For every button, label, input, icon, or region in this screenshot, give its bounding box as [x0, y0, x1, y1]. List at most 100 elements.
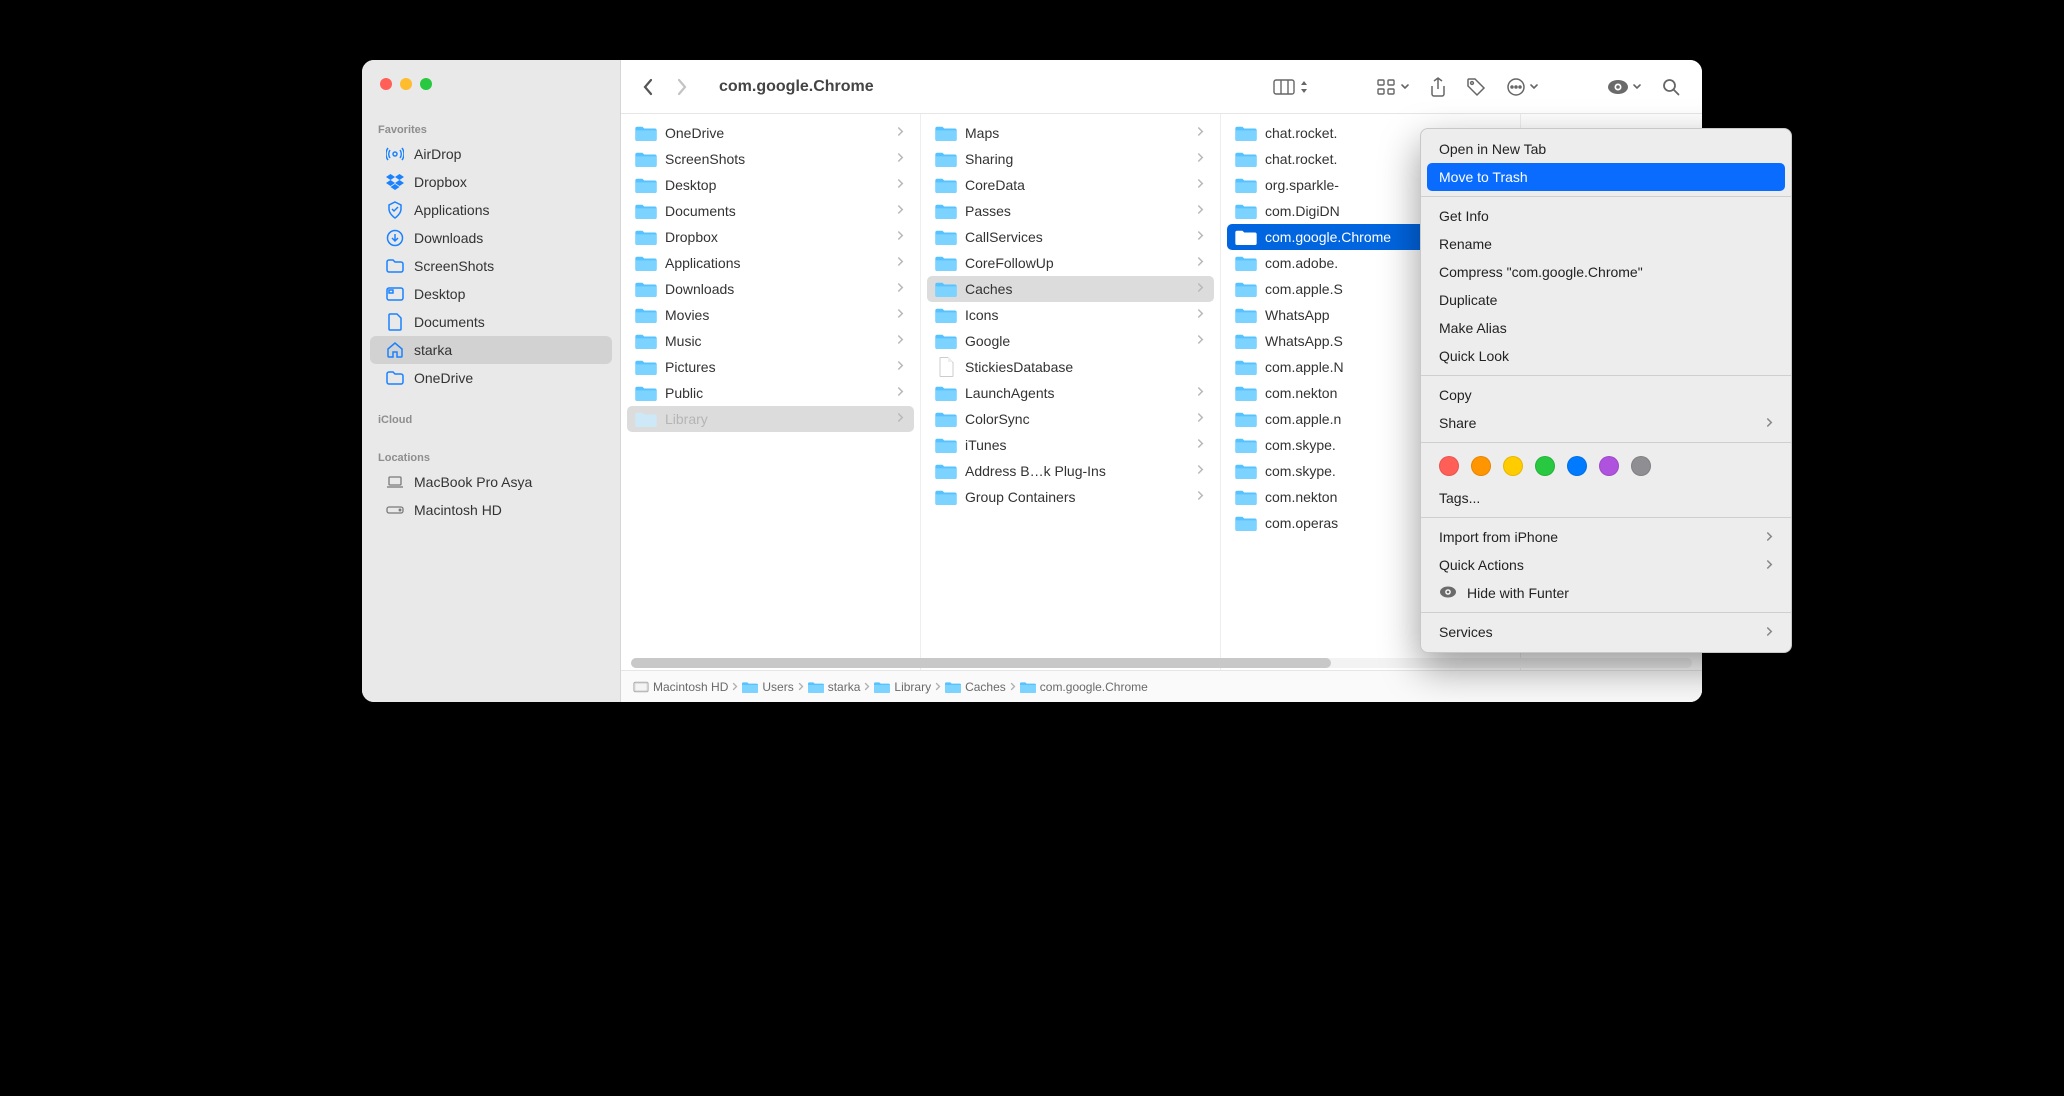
context-menu-item[interactable]: Quick Look	[1421, 342, 1791, 370]
more-icon[interactable]	[1500, 73, 1545, 101]
sidebar-item-downloads[interactable]: Downloads	[370, 224, 612, 252]
path-component[interactable]: Library	[874, 680, 931, 694]
tag-color-dot[interactable]	[1503, 456, 1523, 476]
folder-row[interactable]: Desktop	[627, 172, 914, 198]
folder-row[interactable]: OneDrive	[627, 120, 914, 146]
back-button[interactable]	[637, 75, 661, 99]
context-menu-item[interactable]: Open in New Tab	[1421, 135, 1791, 163]
folder-row[interactable]: Address B…k Plug-Ins	[927, 458, 1214, 484]
folder-row[interactable]: Icons	[927, 302, 1214, 328]
tag-color-dot[interactable]	[1439, 456, 1459, 476]
context-menu-item[interactable]: Copy	[1421, 381, 1791, 409]
sidebar-item-desktop[interactable]: Desktop	[370, 280, 612, 308]
context-menu-item[interactable]: Get Info	[1421, 202, 1791, 230]
path-component[interactable]: starka	[808, 680, 861, 694]
main-area: com.google.Chrome	[621, 60, 1702, 702]
context-menu-item[interactable]: Hide with Funter	[1421, 579, 1791, 607]
menu-item-label: Tags...	[1439, 490, 1480, 506]
chevron-right-icon	[897, 152, 904, 166]
item-label: Pictures	[665, 359, 889, 375]
search-icon[interactable]	[1656, 74, 1686, 100]
folder-icon	[1235, 124, 1257, 142]
context-menu-item[interactable]: Tags...	[1421, 484, 1791, 512]
sidebar-item-screenshots[interactable]: ScreenShots	[370, 252, 612, 280]
group-icon[interactable]	[1371, 75, 1416, 99]
folder-row[interactable]: Dropbox	[627, 224, 914, 250]
folder-row[interactable]: iTunes	[927, 432, 1214, 458]
folder-row[interactable]: ScreenShots	[627, 146, 914, 172]
close-button[interactable]	[380, 78, 392, 90]
folder-icon	[1235, 384, 1257, 402]
context-menu-item[interactable]: Duplicate	[1421, 286, 1791, 314]
sidebar-item-starka[interactable]: starka	[370, 336, 612, 364]
context-menu-item[interactable]: Quick Actions	[1421, 551, 1791, 579]
horizontal-scrollbar[interactable]	[631, 658, 1692, 668]
folder-row[interactable]: ColorSync	[927, 406, 1214, 432]
path-component[interactable]: Macintosh HD	[633, 680, 728, 694]
folder-row[interactable]: Google	[927, 328, 1214, 354]
folder-row[interactable]: Music	[627, 328, 914, 354]
context-menu-item[interactable]: Move to Trash	[1427, 163, 1785, 191]
menu-separator	[1421, 375, 1791, 376]
folder-row[interactable]: Sharing	[927, 146, 1214, 172]
minimize-button[interactable]	[400, 78, 412, 90]
folder-row[interactable]: Pictures	[627, 354, 914, 380]
chevron-right-icon	[897, 412, 904, 426]
sidebar-item-dropbox[interactable]: Dropbox	[370, 168, 612, 196]
path-component[interactable]: Caches	[945, 680, 1006, 694]
sidebar-item-airdrop[interactable]: AirDrop	[370, 140, 612, 168]
sidebar-item-macintosh-hd[interactable]: Macintosh HD	[370, 496, 612, 524]
tag-color-dot[interactable]	[1471, 456, 1491, 476]
file-row[interactable]: StickiesDatabase	[927, 354, 1214, 380]
folder-row[interactable]: CoreData	[927, 172, 1214, 198]
sidebar-item-onedrive[interactable]: OneDrive	[370, 364, 612, 392]
context-menu-item[interactable]: Share	[1421, 409, 1791, 437]
folder-icon	[1235, 202, 1257, 220]
folder-row[interactable]: Maps	[927, 120, 1214, 146]
folder-row[interactable]: Public	[627, 380, 914, 406]
path-bar: Macintosh HD Users starka Library Caches com.…	[621, 670, 1702, 702]
folder-row[interactable]: Applications	[627, 250, 914, 276]
item-label: Movies	[665, 307, 889, 323]
folder-row[interactable]: Library	[627, 406, 914, 432]
tag-color-dot[interactable]	[1599, 456, 1619, 476]
tag-color-dot[interactable]	[1631, 456, 1651, 476]
tag-color-dot[interactable]	[1535, 456, 1555, 476]
context-menu-item[interactable]: Services	[1421, 618, 1791, 646]
path-component[interactable]: Users	[742, 680, 793, 694]
folder-row[interactable]: CoreFollowUp	[927, 250, 1214, 276]
share-icon[interactable]	[1424, 73, 1452, 101]
path-separator	[1010, 680, 1016, 694]
folder-icon	[935, 462, 957, 480]
sidebar-item-macbook-pro-asya[interactable]: MacBook Pro Asya	[370, 468, 612, 496]
path-component[interactable]: com.google.Chrome	[1020, 680, 1148, 694]
folder-row[interactable]: Group Containers	[927, 484, 1214, 510]
column-0[interactable]: OneDriveScreenShotsDesktopDocumentsDropb…	[621, 114, 921, 670]
context-menu-item[interactable]: Import from iPhone	[1421, 523, 1791, 551]
context-menu-item[interactable]: Make Alias	[1421, 314, 1791, 342]
folder-icon	[935, 228, 957, 246]
folder-row[interactable]: CallServices	[927, 224, 1214, 250]
sidebar-item-label: Desktop	[414, 286, 465, 302]
folder-row[interactable]: Passes	[927, 198, 1214, 224]
folder-row[interactable]: Caches	[927, 276, 1214, 302]
tag-color-dot[interactable]	[1567, 456, 1587, 476]
sidebar-item-label: OneDrive	[414, 370, 473, 386]
chevron-right-icon	[1197, 386, 1204, 400]
sidebar-item-documents[interactable]: Documents	[370, 308, 612, 336]
folder-row[interactable]: Downloads	[627, 276, 914, 302]
forward-button[interactable]	[669, 75, 693, 99]
folder-row[interactable]: Movies	[627, 302, 914, 328]
funter-eye-icon[interactable]	[1601, 75, 1648, 99]
sidebar-item-applications[interactable]: Applications	[370, 196, 612, 224]
item-label: Applications	[665, 255, 889, 271]
tag-icon[interactable]	[1460, 73, 1492, 101]
menu-item-label: Services	[1439, 624, 1493, 640]
context-menu-item[interactable]: Compress "com.google.Chrome"	[1421, 258, 1791, 286]
zoom-button[interactable]	[420, 78, 432, 90]
column-1[interactable]: MapsSharingCoreDataPassesCallServicesCor…	[921, 114, 1221, 670]
view-columns-icon[interactable]	[1267, 75, 1315, 99]
context-menu-item[interactable]: Rename	[1421, 230, 1791, 258]
folder-row[interactable]: Documents	[627, 198, 914, 224]
folder-row[interactable]: LaunchAgents	[927, 380, 1214, 406]
